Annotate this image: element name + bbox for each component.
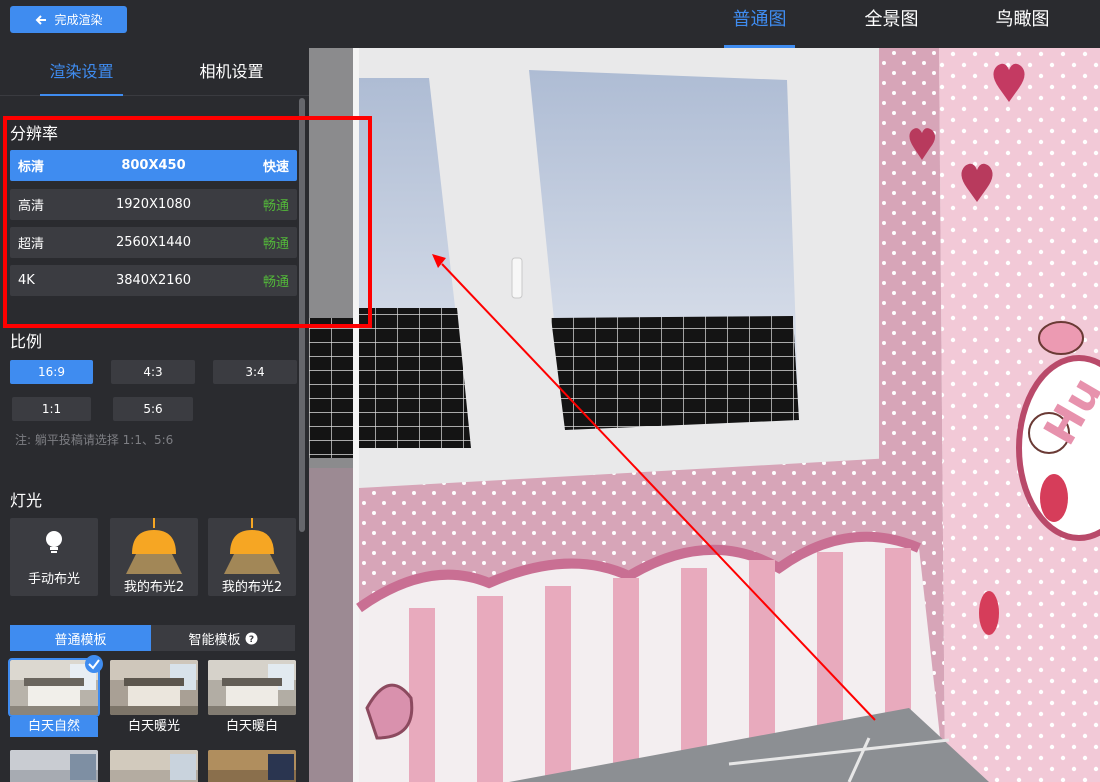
- resolution-title: 分辨率: [10, 124, 59, 143]
- tab-smart-template[interactable]: 智能模板 ?: [151, 625, 295, 651]
- resolution-option[interactable]: 标清 800X450 快速: [10, 150, 297, 181]
- template-label: 白天暖光: [127, 719, 180, 734]
- resolution-option[interactable]: 4K 3840X2160 畅通: [10, 265, 297, 296]
- check-icon: [85, 655, 103, 673]
- resolution-size: 2560X1440: [115, 235, 192, 250]
- ratio-title: 比例: [10, 332, 43, 351]
- template-thumbnail[interactable]: [110, 660, 198, 715]
- finish-render-label: 完成渲染: [54, 13, 103, 27]
- svg-text:?: ?: [248, 635, 253, 645]
- tab-normal-template[interactable]: 普通模板: [10, 625, 151, 651]
- ratio-1-1-button[interactable]: 1:1: [12, 397, 91, 421]
- light-title: 灯光: [10, 491, 43, 510]
- finish-render-button[interactable]: 完成渲染: [10, 6, 127, 33]
- template-thumbnail[interactable]: [110, 750, 198, 782]
- ratio-3-4-button[interactable]: 3:4: [213, 360, 297, 384]
- top-bar: 完成渲染 普通图 全景图 鸟瞰图: [0, 0, 1100, 48]
- template-thumbnail[interactable]: [208, 750, 296, 782]
- annotation-arrow: [432, 254, 876, 721]
- bulb-icon: [46, 531, 62, 553]
- pendant-lamp-icon: [126, 518, 182, 574]
- resolution-size: 800X450: [121, 158, 186, 173]
- help-icon[interactable]: ?: [245, 632, 258, 645]
- my-light-card[interactable]: 我的布光2: [110, 518, 198, 596]
- resolution-speed: 畅通: [262, 237, 289, 252]
- tab-camera-settings[interactable]: 相机设置: [190, 60, 273, 96]
- render-viewport[interactable]: Hu: [309, 48, 1100, 782]
- ratio-note: 注: 躺平投稿请选择 1:1、5:6: [15, 433, 174, 447]
- tab-panorama-view[interactable]: 全景图: [856, 8, 927, 48]
- template-label: 白天暖白: [225, 719, 278, 734]
- manual-light-card[interactable]: 手动布光: [10, 518, 98, 596]
- resolution-size: 1920X1080: [115, 197, 192, 212]
- settings-tabs: 渲染设置 相机设置: [0, 48, 309, 96]
- sidebar-scrollbar[interactable]: [299, 98, 305, 532]
- template-thumbnail[interactable]: [10, 750, 98, 782]
- template-thumbnail[interactable]: [208, 660, 296, 715]
- pendant-lamp-icon: [224, 518, 280, 574]
- tab-normal-view[interactable]: 普通图: [724, 8, 795, 48]
- ratio-16-9-button[interactable]: 16:9: [10, 360, 93, 384]
- ratio-5-6-button[interactable]: 5:6: [113, 397, 193, 421]
- tab-aerial-view[interactable]: 鸟瞰图: [987, 8, 1058, 48]
- resolution-option[interactable]: 高清 1920X1080 畅通: [10, 189, 297, 220]
- my-light-card[interactable]: 我的布光2: [208, 518, 296, 596]
- light-card-label: 我的布光2: [123, 580, 185, 595]
- ratio-4-3-button[interactable]: 4:3: [111, 360, 195, 384]
- tab-smart-template-label: 智能模板: [188, 632, 241, 648]
- resolution-speed: 畅通: [262, 199, 289, 214]
- arrow-left-icon: [36, 14, 47, 25]
- resolution-speed: 畅通: [262, 275, 289, 290]
- resolution-option[interactable]: 超清 2560X1440 畅通: [10, 227, 297, 258]
- tab-render-settings[interactable]: 渲染设置: [40, 60, 123, 96]
- light-card-label: 手动布光: [27, 572, 80, 587]
- resolution-size: 3840X2160: [115, 273, 192, 288]
- render-settings-panel: 渲染设置 相机设置 分辨率 标清 800X450 快速 高清 1920X1080…: [0, 48, 309, 782]
- template-label: 白天自然: [10, 717, 98, 737]
- resolution-speed: 快速: [262, 160, 289, 175]
- tab-normal-template-label: 普通模板: [54, 632, 107, 648]
- light-card-label: 我的布光2: [221, 580, 283, 595]
